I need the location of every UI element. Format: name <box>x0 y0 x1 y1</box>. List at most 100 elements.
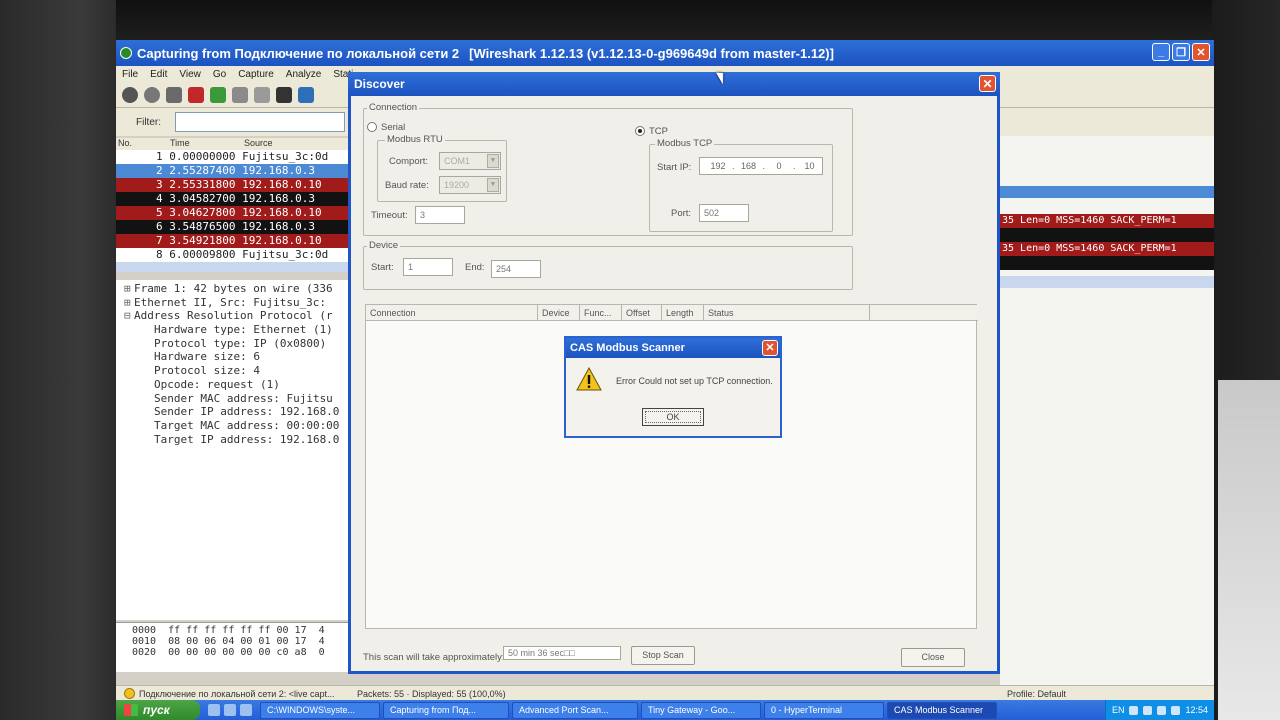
baud-rate-select[interactable]: 19200 ▼ <box>439 176 501 194</box>
menu-analyze[interactable]: Analyze <box>286 69 322 80</box>
detail-row[interactable]: Protocol size: 4 <box>124 364 356 378</box>
col-connection[interactable]: Connection <box>366 305 538 321</box>
menu-view[interactable]: View <box>179 69 201 80</box>
packet-row[interactable]: 1 0.00000000 Fujitsu_3c:0d <box>116 150 356 164</box>
col-offset[interactable]: Offset <box>622 305 662 321</box>
tray-icon[interactable] <box>1129 705 1139 715</box>
expand-icon[interactable]: ⊞ <box>124 282 134 296</box>
start-ip-input[interactable]: 192. 168. 0. 10 <box>699 157 823 175</box>
selected-row-extension[interactable] <box>1000 186 1214 198</box>
reload-icon[interactable] <box>298 86 314 103</box>
hex-row[interactable]: 0020 00 00 00 00 00 00 c0 a8 0 <box>132 647 340 658</box>
column-no[interactable]: No. <box>118 138 132 148</box>
tcp-radio[interactable] <box>635 126 645 136</box>
options-icon[interactable] <box>144 86 160 103</box>
clock[interactable]: 12:54 <box>1185 705 1208 715</box>
chevron-down-icon[interactable]: ▼ <box>487 178 499 192</box>
serial-label[interactable]: Serial <box>381 122 405 133</box>
msgbox-titlebar[interactable]: CAS Modbus Scanner ✕ <box>566 338 780 358</box>
menu-go[interactable]: Go <box>213 69 226 80</box>
close-button[interactable]: Close <box>901 648 965 667</box>
info-row[interactable]: 35 Len=0 MSS=1460 SACK_PERM=1 <box>1000 242 1214 256</box>
detail-row[interactable]: Hardware type: Ethernet (1) <box>124 323 356 337</box>
taskbar-item-hyperterminal[interactable]: 0 - HyperTerminal <box>764 701 884 719</box>
packet-row[interactable]: 7 3.54921800 192.168.0.10 <box>116 234 356 248</box>
menu-file[interactable]: File <box>122 69 138 80</box>
taskbar-item-cas-modbus[interactable]: CAS Modbus Scanner <box>887 701 997 719</box>
info-row[interactable]: 35 Len=0 MSS=1460 SACK_PERM=1 <box>1000 214 1214 228</box>
col-device[interactable]: Device <box>538 305 580 321</box>
packet-row[interactable]: 3 2.55331800 192.168.0.10 <box>116 178 356 192</box>
detail-row[interactable]: Hardware size: 6 <box>124 350 356 364</box>
ie-icon[interactable] <box>224 704 236 716</box>
start-input[interactable]: 1 <box>403 258 453 276</box>
detail-row[interactable]: ⊞ Ethernet II, Src: Fujitsu_3c: <box>124 296 356 310</box>
port-input[interactable]: 502 <box>699 204 749 222</box>
chevron-down-icon[interactable]: ▼ <box>487 154 499 168</box>
serial-radio[interactable] <box>367 122 377 132</box>
status-profile[interactable]: Profile: Default <box>1007 689 1066 699</box>
browser-icon[interactable] <box>208 704 220 716</box>
end-input[interactable]: 254 <box>491 260 541 278</box>
taskbar-item-cmd[interactable]: C:\WINDOWS\syste... <box>260 701 380 719</box>
start-capture-icon[interactable] <box>166 86 182 103</box>
expert-info-icon[interactable] <box>124 688 135 699</box>
detail-row[interactable]: ⊞ Frame 1: 42 bytes on wire (336 <box>124 282 356 296</box>
tcp-label[interactable]: TCP <box>649 126 668 137</box>
packet-row[interactable]: 5 3.04627800 192.168.0.10 <box>116 206 356 220</box>
taskbar-item-wireshark[interactable]: Capturing from Под... <box>383 701 509 719</box>
language-indicator[interactable]: EN <box>1112 705 1125 715</box>
detail-row[interactable]: Protocol type: IP (0x0800) <box>124 337 356 351</box>
save-file-icon[interactable] <box>254 86 270 103</box>
menu-capture[interactable]: Capture <box>238 69 274 80</box>
taskbar-item-portscanner[interactable]: Advanced Port Scan... <box>512 701 638 719</box>
packet-row[interactable]: 2 2.55287400 192.168.0.3 <box>116 164 356 178</box>
hex-row[interactable]: 0010 08 00 06 04 00 01 00 17 4 <box>132 636 340 647</box>
detail-row[interactable]: Target IP address: 192.168.0 <box>124 433 356 447</box>
restart-capture-icon[interactable] <box>210 86 226 103</box>
column-source[interactable]: Source <box>244 138 273 148</box>
tray-icon[interactable] <box>1171 705 1181 715</box>
open-file-icon[interactable] <box>232 86 248 103</box>
discover-titlebar[interactable]: Discover ✕ <box>348 72 1000 96</box>
col-status[interactable]: Status <box>704 305 870 321</box>
start-button[interactable]: пуск <box>116 700 200 720</box>
collapse-icon[interactable]: ⊟ <box>124 309 134 323</box>
expand-icon[interactable]: ⊞ <box>124 296 134 310</box>
interfaces-icon[interactable] <box>122 86 138 103</box>
tray-icon[interactable] <box>1157 705 1167 715</box>
column-time[interactable]: Time <box>170 138 190 148</box>
wireshark-titlebar[interactable]: Capturing from Подключение по локальной … <box>116 40 1214 66</box>
packet-row[interactable]: 6 3.54876500 192.168.0.3 <box>116 220 356 234</box>
col-function[interactable]: Func... <box>580 305 622 321</box>
minimize-button[interactable]: _ <box>1152 43 1170 61</box>
tray-icon[interactable] <box>1143 705 1153 715</box>
horizontal-scrollbar[interactable] <box>1000 276 1214 288</box>
msgbox-close-icon[interactable]: ✕ <box>762 340 778 356</box>
info-row[interactable] <box>1000 256 1214 270</box>
hex-row[interactable]: 0000 ff ff ff ff ff ff 00 17 4 <box>132 625 340 636</box>
detail-row[interactable]: Sender MAC address: Fujitsu <box>124 392 356 406</box>
stop-scan-button[interactable]: Stop Scan <box>631 646 695 665</box>
packet-row[interactable]: 8 6.00009800 Fujitsu_3c:0d <box>116 248 356 262</box>
close-button[interactable]: ✕ <box>1192 43 1210 61</box>
desktop-icon[interactable] <box>240 704 252 716</box>
close-file-icon[interactable] <box>276 86 292 103</box>
taskbar-item-browser[interactable]: Tiny Gateway - Goo... <box>641 701 761 719</box>
detail-row[interactable]: ⊟ Address Resolution Protocol (r <box>124 309 356 323</box>
discover-close-icon[interactable]: ✕ <box>979 75 996 92</box>
packet-row[interactable]: 4 3.04582700 192.168.0.3 <box>116 192 356 206</box>
ok-button[interactable]: OK <box>642 408 704 426</box>
detail-row[interactable]: Target MAC address: 00:00:00 <box>124 419 356 433</box>
comport-select[interactable]: COM1 ▼ <box>439 152 501 170</box>
packet-list-scrollbar[interactable] <box>116 262 356 272</box>
filter-input[interactable] <box>175 112 345 132</box>
maximize-button[interactable]: ❐ <box>1172 43 1190 61</box>
info-row[interactable] <box>1000 228 1214 242</box>
timeout-input[interactable]: 3 <box>415 206 465 224</box>
stop-capture-icon[interactable] <box>188 86 204 103</box>
menu-edit[interactable]: Edit <box>150 69 167 80</box>
detail-row[interactable]: Sender IP address: 192.168.0 <box>124 405 356 419</box>
col-length[interactable]: Length <box>662 305 704 321</box>
detail-row[interactable]: Opcode: request (1) <box>124 378 356 392</box>
